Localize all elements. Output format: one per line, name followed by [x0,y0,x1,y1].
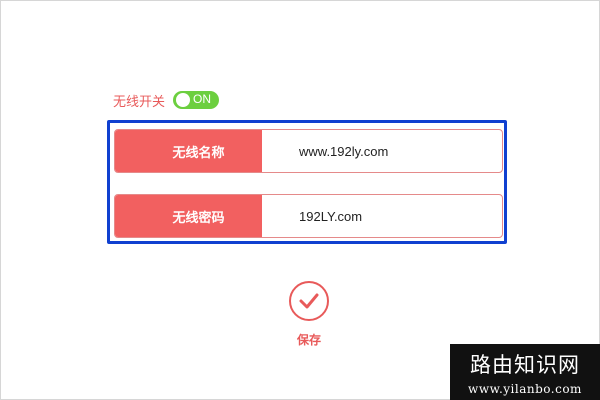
faint-watermark-mark [438,362,448,392]
toggle-state-text: ON [193,92,212,106]
save-area: 保存 [289,281,329,348]
checkmark-icon [299,293,319,309]
password-input[interactable] [262,195,502,237]
wifi-toggle[interactable]: ON [173,91,220,109]
save-label: 保存 [296,333,321,347]
watermark-url: www.yilanbo.com [468,382,582,396]
password-label: 无线密码 [115,195,262,237]
wifi-switch-label: 无线开关 [113,94,166,110]
watermark-title: 路由知识网 [470,353,580,377]
watermark: 路由知识网 www.yilanbo.com [450,344,600,400]
ssid-label: 无线名称 [115,130,262,172]
wifi-switch-row: 无线开关 ON [113,90,220,110]
toggle-knob [176,93,191,107]
ssid-row: 无线名称 [114,129,503,173]
password-row: 无线密码 [114,194,503,238]
ssid-input[interactable] [262,130,502,172]
save-button[interactable] [289,281,329,321]
